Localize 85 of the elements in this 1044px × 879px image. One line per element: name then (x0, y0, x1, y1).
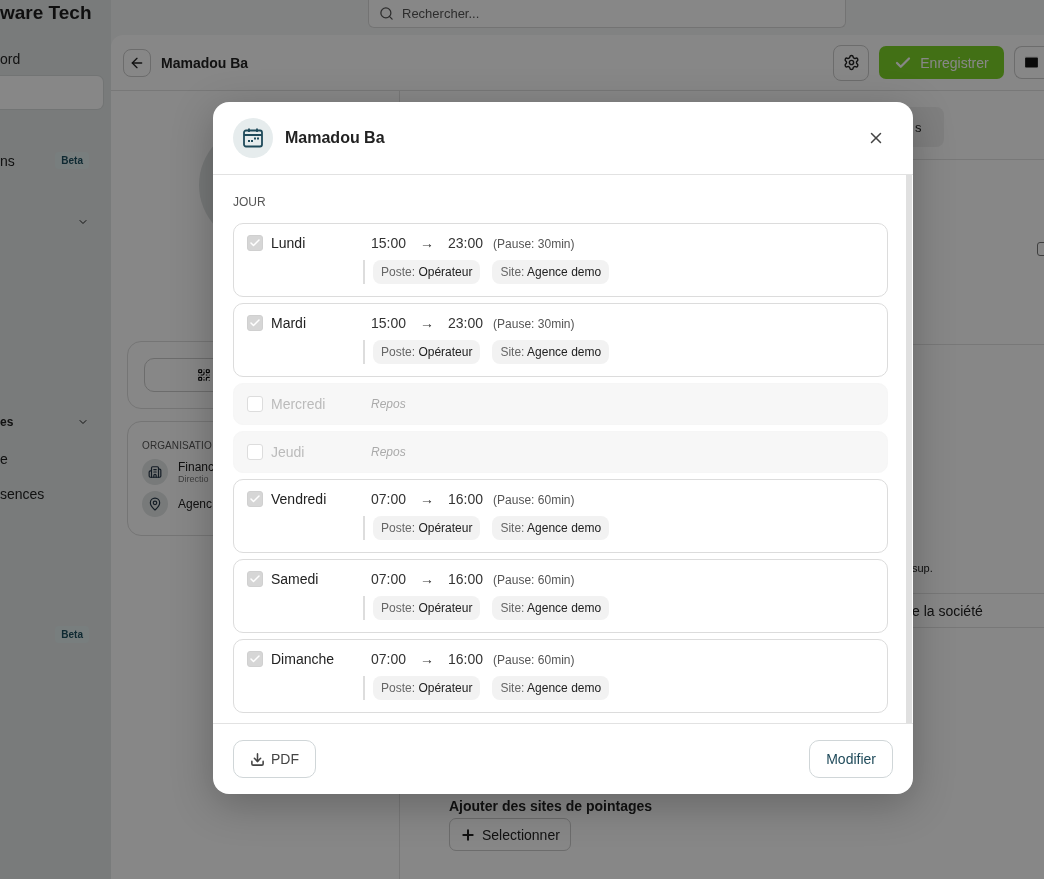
search-field[interactable]: Rechercher... (368, 0, 846, 28)
day-name: Jeudi (271, 444, 305, 460)
position-tag: Poste: Opérateur (373, 260, 481, 284)
arrow-text: → (420, 235, 435, 251)
arrow-text: → (420, 651, 435, 667)
sidebar-item[interactable]: sences (0, 485, 45, 502)
map-pin-icon (142, 491, 168, 517)
day-checkbox[interactable] (247, 444, 263, 460)
start-time: 15:00 (371, 235, 407, 251)
download-icon (250, 751, 265, 767)
day-checkbox[interactable] (247, 571, 263, 587)
mail-icon (1023, 54, 1040, 71)
plus-icon (460, 826, 476, 843)
end-time: 16:00 (448, 491, 484, 507)
arrow-text: → (420, 491, 435, 507)
end-time: 23:00 (448, 235, 484, 251)
start-time: 07:00 (371, 651, 407, 667)
check-icon (249, 317, 261, 329)
arrow-text: → (420, 571, 435, 587)
page-title: Mamadou Ba (161, 54, 250, 71)
day-name: Vendredi (271, 491, 327, 507)
modify-button[interactable]: Modifier (809, 740, 893, 778)
settings-icon (842, 54, 860, 71)
day-checkbox[interactable] (247, 315, 263, 331)
scrollbar[interactable] (906, 175, 912, 723)
day-checkbox[interactable] (247, 651, 263, 667)
position-tag: Poste: Opérateur (373, 676, 481, 700)
pause-text: (Pause: 60min) (493, 653, 575, 667)
org-name: Agenc (178, 497, 213, 511)
pdf-button[interactable]: PDF (233, 740, 316, 778)
rest-label: Repos (371, 445, 407, 459)
pause-text: (Pause: 60min) (493, 573, 575, 587)
arrow-text: → (420, 315, 435, 331)
day-checkbox[interactable] (247, 491, 263, 507)
building-icon (142, 459, 168, 485)
end-time: 16:00 (448, 571, 484, 587)
check-icon (249, 653, 261, 665)
pause-text: (Pause: 60min) (493, 493, 575, 507)
day-name: Mardi (271, 315, 306, 331)
check-icon (249, 237, 261, 249)
end-time: 16:00 (448, 651, 484, 667)
start-time: 07:00 (371, 491, 407, 507)
site-tag: Site: Agence demo (492, 676, 610, 700)
end-time: 23:00 (448, 315, 484, 331)
position-tag: Poste: Opérateur (373, 516, 481, 540)
section-title: ORGANISATIO (142, 440, 213, 451)
day-name: Samedi (271, 571, 319, 587)
check-icon (249, 493, 261, 505)
select-button[interactable]: Selectionner (449, 818, 571, 851)
position-tag: Poste: Opérateur (373, 596, 481, 620)
start-time: 07:00 (371, 571, 407, 587)
day-checkbox[interactable] (247, 396, 263, 412)
settings-button[interactable] (833, 44, 869, 81)
hint-text: sup. (912, 562, 933, 574)
section-title: Ajouter des sites de pointages (449, 798, 653, 814)
rest-label: Repos (371, 397, 407, 411)
sidebar-item[interactable]: ns (0, 152, 15, 169)
day-checkbox[interactable] (247, 235, 263, 251)
brand-name: ware Tech (0, 1, 93, 25)
sidebar-item[interactable]: ord (0, 50, 21, 67)
pause-text: (Pause: 30min) (493, 237, 575, 251)
list-row-text: e la société (912, 602, 983, 619)
day-name: Mercredi (271, 396, 326, 412)
search-icon (379, 6, 394, 21)
day-name: Dimanche (271, 651, 335, 667)
day-name: Lundi (271, 235, 306, 251)
search-placeholder: Rechercher... (402, 6, 480, 21)
sidebar-item[interactable]: e (0, 450, 8, 467)
dialog-title: Mamadou Ba (285, 129, 386, 147)
section-title: es (0, 414, 14, 429)
section-label: JOUR (233, 195, 267, 209)
site-tag: Site: Agence demo (492, 340, 610, 364)
site-tag: Site: Agence demo (492, 260, 610, 284)
qr-code-icon (197, 368, 211, 382)
start-time: 15:00 (371, 315, 407, 331)
org-subtitle: Directio (178, 474, 210, 484)
mail-button[interactable] (1014, 46, 1044, 79)
check-icon (249, 573, 261, 585)
back-button[interactable] (123, 48, 151, 77)
position-tag: Poste: Opérateur (373, 340, 481, 364)
calendar-icon (242, 127, 264, 149)
site-tag: Site: Agence demo (492, 596, 610, 620)
org-name: Financ (178, 460, 215, 474)
site-tag: Site: Agence demo (492, 516, 610, 540)
pause-text: (Pause: 30min) (493, 317, 575, 331)
